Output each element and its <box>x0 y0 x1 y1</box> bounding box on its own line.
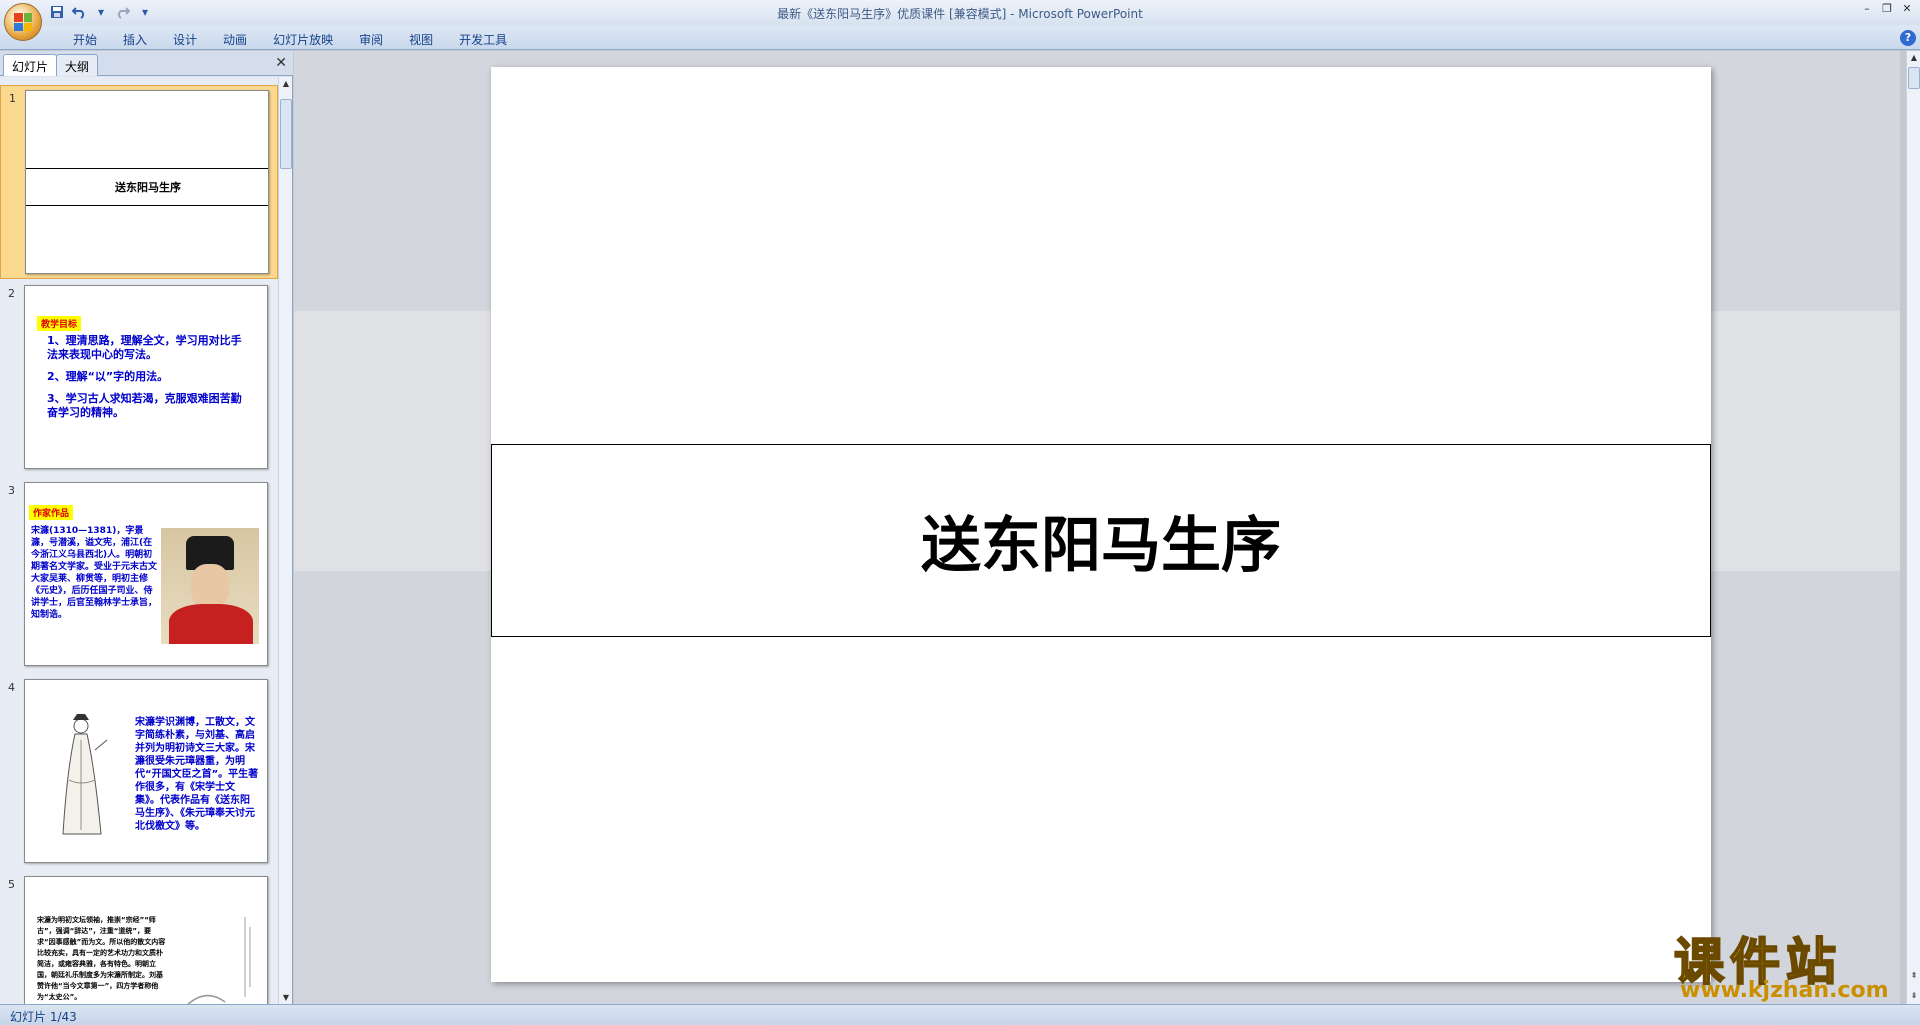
thumbnail-number: 4 <box>8 681 15 694</box>
thumbnail-row-4[interactable]: 4 宋濂学识渊博，工散文，文字简练朴素，与刘基、高启并列为明初诗文三大家。宋濂很… <box>0 675 278 869</box>
thumbnail-scrollbar[interactable]: ▲ ▼ <box>278 77 292 1004</box>
thumbnail-list: 1 送东阳马生序 2 教学目标 1、理清思路，理解全文，学习用对比手法来表现中心… <box>0 77 278 1004</box>
watermark-url: www.kjzhan.com <box>1680 978 1889 1003</box>
office-button[interactable] <box>4 3 42 41</box>
thumbnail-slide-5[interactable]: 宋濂为明初文坛领袖，推崇“宗经”“师古”，强调“辞达”，注重“道统”，要求“因事… <box>24 876 268 1004</box>
previous-slide-icon[interactable]: ⇞ <box>1909 971 1919 980</box>
tab-slides[interactable]: 幻灯片 <box>3 54 58 76</box>
thumbnail-label: 教学目标 <box>37 316 82 331</box>
slide-editor: 送东阳马生序 <box>294 51 1900 1004</box>
scroll-handle[interactable] <box>1908 67 1920 89</box>
thumbnail-number: 2 <box>8 287 15 300</box>
editor-scrollbar[interactable]: ▲ ⇞ ⇟ <box>1906 51 1920 1004</box>
tab-home[interactable]: 开始 <box>60 29 110 50</box>
thumbnail-line-2: 2、理解“以”字的用法。 <box>47 370 169 383</box>
ribbon: 开始 插入 设计 动画 幻灯片放映 审阅 视图 开发工具 ? <box>0 25 1920 50</box>
pane-close-icon[interactable]: ✕ <box>275 55 287 71</box>
minimize-button[interactable]: – <box>1858 2 1876 18</box>
close-button[interactable]: ✕ <box>1898 2 1916 18</box>
thumbnail-number: 5 <box>8 878 15 891</box>
tab-view[interactable]: 视图 <box>396 29 446 50</box>
scroll-down-icon[interactable]: ▼ <box>281 993 291 1002</box>
figure-sketch-image <box>62 714 108 835</box>
thumbnail-text: 宋濂学识渊博，工散文，文字简练朴素，与刘基、高启并列为明初诗文三大家。宋濂很受朱… <box>135 717 259 832</box>
thumbnail-row-1[interactable]: 1 送东阳马生序 <box>0 85 278 279</box>
thumbnail-row-5[interactable]: 5 宋濂为明初文坛领袖，推崇“宗经”“师古”，强调“辞达”，注重“道统”，要求“… <box>0 872 278 1004</box>
status-bar: 幻灯片 1/43 <box>0 1004 1920 1025</box>
maximize-button[interactable]: ❐ <box>1878 2 1896 18</box>
tab-design[interactable]: 设计 <box>160 29 210 50</box>
thumbnail-line-3: 3、学习古人求知若渴，克服艰难困苦勤奋学习的精神。 <box>47 392 242 419</box>
window-controls: – ❐ ✕ <box>1858 2 1916 18</box>
office-logo-icon <box>14 13 32 31</box>
ink-painting-image <box>187 917 251 1004</box>
thumbnail-line-1: 1、理清思路，理解全文，学习用对比手法来表现中心的写法。 <box>47 334 242 361</box>
thumbnail-slide-4[interactable]: 宋濂学识渊博，工散文，文字简练朴素，与刘基、高启并列为明初诗文三大家。宋濂很受朱… <box>24 679 268 863</box>
thumbnail-number: 1 <box>9 92 16 105</box>
tab-review[interactable]: 审阅 <box>346 29 396 50</box>
next-slide-icon[interactable]: ⇟ <box>1909 991 1919 1000</box>
thumbnail-slide-3[interactable]: 作家作品 宋濂(1310—1381)，字景濂，号潜溪，谥文宪，浦江(在今浙江义乌… <box>24 482 268 666</box>
thumbnail-row-2[interactable]: 2 教学目标 1、理清思路，理解全文，学习用对比手法来表现中心的写法。 2、理解… <box>0 281 278 475</box>
tab-animations[interactable]: 动画 <box>210 29 260 50</box>
portrait-image <box>161 528 259 644</box>
slide-title-placeholder[interactable]: 送东阳马生序 <box>491 444 1711 637</box>
slides-pane: 幻灯片 大纲 ✕ 1 送东阳马生序 2 教学目标 1、理清思路，理解全文，学习用… <box>0 51 293 1004</box>
current-slide[interactable]: 送东阳马生序 <box>491 67 1711 982</box>
thumbnail-slide-2[interactable]: 教学目标 1、理清思路，理解全文，学习用对比手法来表现中心的写法。 2、理解“以… <box>24 285 268 469</box>
pane-tabs: 幻灯片 大纲 ✕ <box>0 51 293 76</box>
scroll-up-icon[interactable]: ▲ <box>281 79 291 88</box>
help-icon[interactable]: ? <box>1900 30 1916 46</box>
thumbnail-number: 3 <box>8 484 15 497</box>
scroll-handle[interactable] <box>280 99 292 169</box>
window-title: 最新《送东阳马生序》优质课件 [兼容模式] - Microsoft PowerP… <box>777 7 1143 21</box>
thumbnail-label: 作家作品 <box>29 505 74 520</box>
title-bar: ▾ ▾ 最新《送东阳马生序》优质课件 [兼容模式] - Microsoft Po… <box>0 0 1920 25</box>
slide-title: 送东阳马生序 <box>921 511 1281 581</box>
watermark-logo: 课件站 www.kjzhan.com <box>1668 922 1898 1004</box>
thumbnail-text: 宋濂为明初文坛领袖，推崇“宗经”“师古”，强调“辞达”，注重“道统”，要求“因事… <box>37 916 166 1001</box>
ribbon-tabs: 开始 插入 设计 动画 幻灯片放映 审阅 视图 开发工具 <box>60 29 520 50</box>
tab-insert[interactable]: 插入 <box>110 29 160 50</box>
scroll-up-icon[interactable]: ▲ <box>1909 53 1919 62</box>
thumbnail-slide-1[interactable]: 送东阳马生序 <box>25 90 269 274</box>
tab-outline[interactable]: 大纲 <box>56 54 99 76</box>
slide-counter: 幻灯片 1/43 <box>10 1010 77 1024</box>
tab-slide-show[interactable]: 幻灯片放映 <box>260 29 346 50</box>
thumbnail-text: 宋濂(1310—1381)，字景濂，号潜溪，谥文宪，浦江(在今浙江义乌县西北)人… <box>31 526 158 620</box>
thumbnail-title: 送东阳马生序 <box>26 168 268 206</box>
tab-developer[interactable]: 开发工具 <box>446 29 520 50</box>
thumbnail-row-3[interactable]: 3 作家作品 宋濂(1310—1381)，字景濂，号潜溪，谥文宪，浦江(在今浙江… <box>0 478 278 672</box>
